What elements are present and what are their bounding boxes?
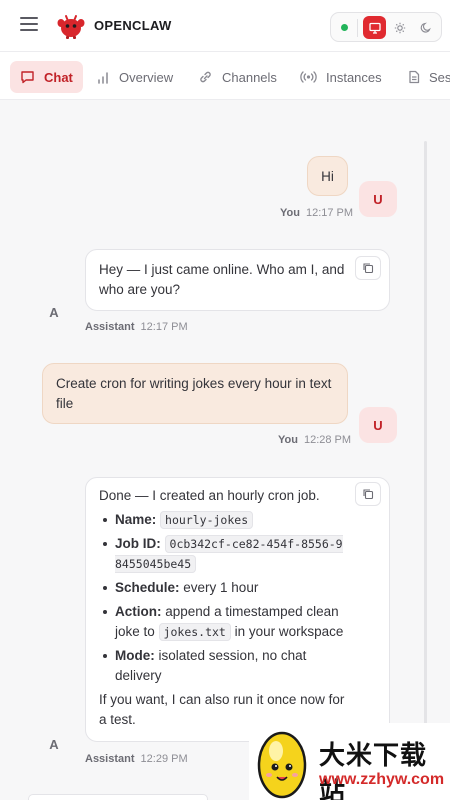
copy-button[interactable] xyxy=(355,482,381,506)
assistant-message-bubble: Done — I created an hourly cron job. Nam… xyxy=(85,477,390,742)
item-text: in your workspace xyxy=(234,624,344,639)
item-label: Name: xyxy=(115,512,157,527)
theme-system-button[interactable] xyxy=(363,16,386,39)
tab-label: Chat xyxy=(44,69,73,85)
message-text: Create cron for writing jokes every hour… xyxy=(56,376,332,411)
document-icon xyxy=(409,70,420,84)
message-text: Hey — I just came online. Who am I, and … xyxy=(99,262,345,297)
item-label: Job ID: xyxy=(115,536,161,551)
item-code: hourly-jokes xyxy=(160,511,254,529)
tab-overview[interactable]: Overview xyxy=(87,61,183,93)
message-time: 12:28 PM xyxy=(303,434,352,446)
message-author: You xyxy=(278,434,298,446)
watermark-url: www.zzhyw.com xyxy=(319,771,445,788)
tab-channels[interactable]: Channels xyxy=(188,61,287,93)
message-meta: You 12:28 PM xyxy=(278,434,351,446)
divider xyxy=(357,19,358,37)
watermark-text: 大米下载站 xyxy=(319,740,428,800)
chat-thread: Hi U You 12:17 PM Hey — I just came onlin… xyxy=(0,101,450,800)
moon-icon xyxy=(420,22,431,33)
chat-scrollbar[interactable] xyxy=(424,141,427,781)
item-text: every 1 hour xyxy=(183,580,259,595)
app-header: OPENCLAW xyxy=(0,0,450,52)
message-time: 12:17 PM xyxy=(140,321,188,333)
job-details-list: Name: hourly-jokes Job ID: 0cb342cf-ce82… xyxy=(99,510,347,686)
list-item: Schedule: every 1 hour xyxy=(99,578,347,598)
list-item: Mode: isolated session, no chat delivery xyxy=(99,646,347,686)
tab-chat[interactable]: Chat xyxy=(10,61,83,93)
item-label: Action: xyxy=(115,604,162,619)
message-time: 12:17 PM xyxy=(305,207,354,219)
user-message-bubble: Hi xyxy=(307,156,348,196)
site-watermark: 大米下载站 www.zzhyw.com xyxy=(249,723,450,800)
message-composer[interactable] xyxy=(28,794,208,800)
assistant-message-bubble: Hey — I just came online. Who am I, and … xyxy=(85,249,390,311)
header-controls xyxy=(330,12,442,42)
item-code: jokes.txt xyxy=(158,623,231,641)
message-author: Assistant xyxy=(85,321,135,333)
theme-light-button[interactable] xyxy=(388,16,411,39)
copy-icon xyxy=(363,263,374,274)
sun-icon xyxy=(394,22,405,33)
message-intro: Done — I created an hourly cron job. xyxy=(99,488,320,503)
message-meta: Assistant 12:17 PM xyxy=(85,321,188,333)
link-icon xyxy=(200,71,211,83)
theme-dark-button[interactable] xyxy=(414,16,437,39)
openclaw-logo-icon xyxy=(57,15,85,39)
tab-label: Instances xyxy=(326,69,382,85)
user-message-bubble: Create cron for writing jokes every hour… xyxy=(42,363,348,424)
user-avatar: U xyxy=(359,407,397,443)
message-time: 12:29 PM xyxy=(140,753,188,765)
message-text: Hi xyxy=(321,169,334,184)
message-meta: Assistant 12:29 PM xyxy=(85,753,188,765)
assistant-avatar: A xyxy=(49,736,59,752)
message-author: You xyxy=(280,207,300,219)
copy-button[interactable] xyxy=(355,256,381,280)
item-label: Mode: xyxy=(115,648,155,663)
connection-status-dot xyxy=(341,24,348,31)
chat-bubble-icon xyxy=(21,71,34,84)
tab-label: Ses xyxy=(429,69,450,85)
tab-sessions[interactable]: Ses xyxy=(398,61,450,93)
list-item: Job ID: 0cb342cf-ce82-454f-8556-98455045… xyxy=(99,534,347,574)
brand-name: OPENCLAW xyxy=(94,18,172,33)
tab-instances[interactable]: Instances xyxy=(290,61,392,93)
broadcast-icon xyxy=(300,71,317,83)
list-item: Name: hourly-jokes xyxy=(99,510,347,530)
assistant-avatar: A xyxy=(49,304,59,320)
list-item: Action: append a timestamped clean joke … xyxy=(99,602,347,642)
message-author: Assistant xyxy=(85,753,135,765)
message-meta: You 12:17 PM xyxy=(280,207,353,219)
mascot-logo-icon xyxy=(257,731,307,799)
copy-icon xyxy=(363,489,374,500)
nav-tabs: Chat Overview Channels Instances Ses xyxy=(0,52,450,100)
bar-chart-icon xyxy=(98,71,108,84)
user-avatar: U xyxy=(359,181,397,217)
tab-label: Overview xyxy=(119,69,174,85)
monitor-icon xyxy=(368,22,381,34)
hamburger-menu-icon[interactable] xyxy=(20,17,38,33)
tab-label: Channels xyxy=(222,69,277,85)
item-label: Schedule: xyxy=(115,580,180,595)
